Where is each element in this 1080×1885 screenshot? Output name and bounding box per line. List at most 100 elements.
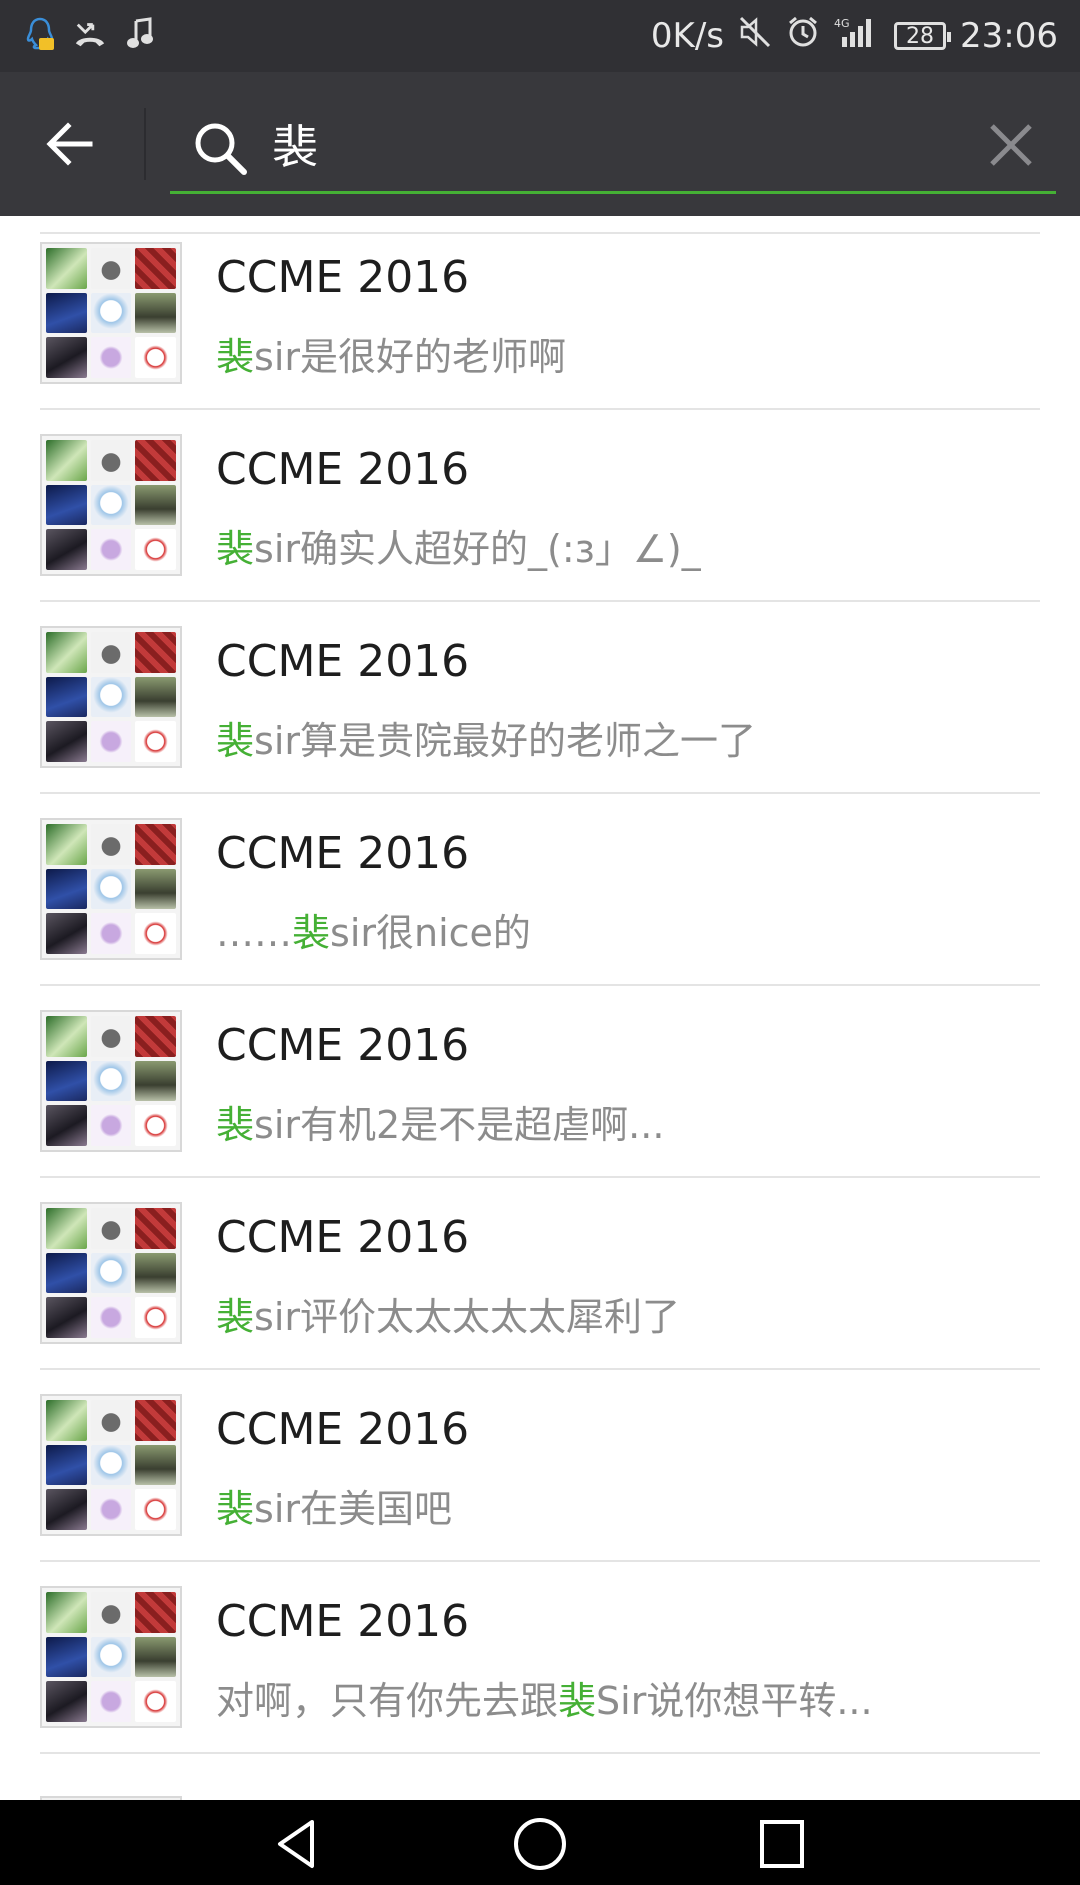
clear-search-button[interactable] xyxy=(984,118,1038,172)
avatar-tile xyxy=(46,292,87,334)
avatar-tile xyxy=(90,248,132,289)
search-result-item[interactable]: CCME 2016 裴sir算是贵院最好的老师之一了 xyxy=(0,602,1080,794)
avatar-tile xyxy=(46,1592,87,1633)
chat-title: CCME 2016 xyxy=(216,1596,470,1647)
avatar-tile xyxy=(46,529,87,570)
avatar-tile xyxy=(46,1060,87,1102)
avatar-tile xyxy=(90,632,132,673)
search-highlight: 裴 xyxy=(216,719,255,763)
group-avatar xyxy=(40,1202,182,1344)
avatar-tile xyxy=(46,868,87,910)
avatar-tile xyxy=(90,1297,132,1338)
avatar-tile xyxy=(46,824,87,865)
search-result-item[interactable]: CCME 2016 裴sir在美国吧 xyxy=(0,1370,1080,1562)
avatar-tile xyxy=(135,529,176,570)
avatar-tile xyxy=(90,1208,132,1249)
network-speed: 0K/s xyxy=(650,16,725,56)
avatar-tile xyxy=(135,1252,176,1294)
search-result-item[interactable]: CCME 2016 ……裴sir很nice的 xyxy=(0,794,1080,986)
group-avatar xyxy=(40,434,182,576)
avatar-tile xyxy=(135,1592,176,1633)
status-indicators: 0K/s 4G 28 23:06 xyxy=(651,0,1058,72)
avatar-tile xyxy=(135,1105,176,1146)
music-note-icon xyxy=(124,16,156,52)
group-avatar xyxy=(40,1010,182,1152)
message-snippet: 对啊，只有你先去跟裴Sir说你想平转... xyxy=(216,1670,873,1725)
battery-indicator: 28 xyxy=(894,22,952,50)
qq-notification-icon xyxy=(24,16,56,52)
avatar-tile xyxy=(90,1060,132,1102)
search-highlight: 裴 xyxy=(216,527,255,571)
group-avatar xyxy=(40,626,182,768)
clock: 23:06 xyxy=(960,16,1058,56)
header-divider xyxy=(144,108,146,180)
avatar-tile xyxy=(46,484,87,526)
svg-text:4G: 4G xyxy=(834,17,850,30)
search-highlight: 裴 xyxy=(216,1295,255,1339)
search-box xyxy=(170,104,1056,194)
group-avatar xyxy=(40,242,182,384)
avatar-tile xyxy=(46,1636,87,1678)
search-highlight: 裴 xyxy=(216,1487,255,1531)
message-snippet: 裴sir是很好的老师啊 xyxy=(216,326,566,381)
close-icon xyxy=(990,124,1032,166)
message-snippet: 裴sir评价太太太太太犀利了 xyxy=(216,1286,680,1341)
message-snippet: 裴sir有机2是不是超虐啊... xyxy=(216,1094,664,1149)
mute-icon xyxy=(738,15,772,58)
chat-title: CCME 2016 xyxy=(216,252,470,303)
avatar-tile xyxy=(46,721,87,762)
avatar-tile xyxy=(135,1400,176,1441)
nav-home-button[interactable] xyxy=(510,1814,570,1874)
avatar-tile xyxy=(46,1444,87,1486)
search-result-item[interactable]: CCME 2016 裴sir是很好的老师啊 xyxy=(0,218,1080,410)
avatar-tile xyxy=(46,1016,87,1057)
group-avatar xyxy=(40,1586,182,1728)
avatar-tile xyxy=(135,913,176,954)
avatar-tile xyxy=(46,1681,87,1722)
message-snippet: 裴sir算是贵院最好的老师之一了 xyxy=(216,710,756,765)
avatar-tile xyxy=(135,1444,176,1486)
avatar-tile xyxy=(135,721,176,762)
arrow-left-icon xyxy=(46,122,93,166)
chat-title: CCME 2016 xyxy=(216,1212,470,1263)
search-result-item[interactable]: CCME 2016 对啊，只有你先去跟裴Sir说你想平转... xyxy=(0,1562,1080,1754)
back-button[interactable] xyxy=(40,114,104,174)
search-result-item[interactable]: CCME 2016 裴sir确实人超好的_(:з」∠)_ xyxy=(0,410,1080,602)
search-highlight: 裴 xyxy=(216,1103,255,1147)
avatar-tile xyxy=(90,1016,132,1057)
avatar-tile xyxy=(135,1489,176,1530)
avatar-tile xyxy=(135,1060,176,1102)
recents-square-icon xyxy=(760,1820,804,1868)
avatar-tile xyxy=(135,248,176,289)
avatar-tile xyxy=(90,1681,132,1722)
notification-icons xyxy=(24,16,156,52)
avatar-tile xyxy=(46,1105,87,1146)
avatar-tile xyxy=(90,721,132,762)
avatar-tile xyxy=(90,868,132,910)
nav-recents-button[interactable] xyxy=(752,1814,812,1874)
snippet-suffix: sir算是贵院最好的老师之一了 xyxy=(254,719,756,763)
navigation-bar xyxy=(0,1800,1080,1885)
avatar-tile xyxy=(90,529,132,570)
avatar-tile xyxy=(90,676,132,718)
nav-back-button[interactable] xyxy=(268,1814,328,1874)
search-icon xyxy=(192,120,248,176)
avatar-tile xyxy=(46,337,87,378)
avatar-tile xyxy=(46,1208,87,1249)
snippet-prefix: …… xyxy=(216,911,292,955)
row-divider xyxy=(40,1752,1040,1754)
search-result-item[interactable]: CCME 2016 裴sir评价太太太太太犀利了 xyxy=(0,1178,1080,1370)
avatar-tile xyxy=(46,1489,87,1530)
avatar-tile xyxy=(135,1681,176,1722)
avatar-tile xyxy=(135,824,176,865)
search-input[interactable] xyxy=(272,114,912,174)
avatar-tile xyxy=(90,913,132,954)
avatar-tile xyxy=(135,868,176,910)
snippet-suffix: sir评价太太太太太犀利了 xyxy=(254,1295,680,1339)
search-highlight: 裴 xyxy=(292,911,331,955)
snippet-suffix: sir很nice的 xyxy=(330,911,531,955)
avatar-tile xyxy=(46,440,87,481)
search-header xyxy=(0,72,1080,216)
snippet-suffix: sir有机2是不是超虐啊... xyxy=(254,1103,665,1147)
search-result-item[interactable]: CCME 2016 裴sir有机2是不是超虐啊... xyxy=(0,986,1080,1178)
